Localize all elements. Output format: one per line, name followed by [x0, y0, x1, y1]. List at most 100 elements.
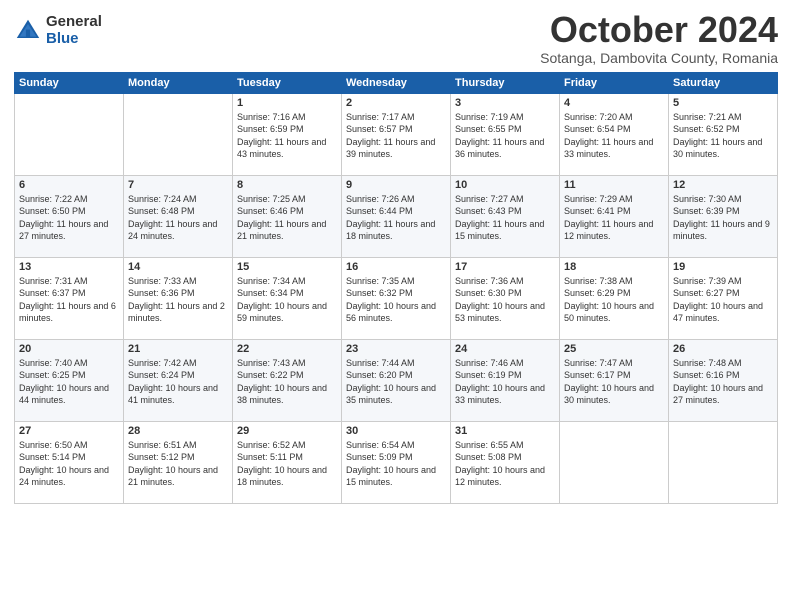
calendar-cell-w4-d3: 22Sunrise: 7:43 AMSunset: 6:22 PMDayligh…: [233, 339, 342, 421]
header-tuesday: Tuesday: [233, 72, 342, 93]
calendar-cell-w2-d1: 6 Sunrise: 7:22 AMSunset: 6:50 PMDaylight…: [15, 175, 124, 257]
day-number: 27: [19, 425, 119, 437]
header-sunday: Sunday: [15, 72, 124, 93]
day-number: 5: [673, 97, 773, 109]
day-info: Sunrise: 6:54 AMSunset: 5:09 PMDaylight:…: [346, 439, 446, 489]
logo-blue: Blue: [46, 31, 102, 48]
calendar-cell-w2-d7: 12 Sunrise: 7:30 AMSunset: 6:39 PMDayligh…: [669, 175, 778, 257]
calendar-cell-w5-d1: 27Sunrise: 6:50 AMSunset: 5:14 PMDayligh…: [15, 421, 124, 503]
day-number: 24: [455, 343, 555, 355]
calendar-cell-w1-d6: 4 Sunrise: 7:20 AMSunset: 6:54 PMDaylight…: [560, 93, 669, 175]
calendar-cell-w4-d4: 23 Sunrise: 7:44 AMSunset: 6:20 PMDayligh…: [342, 339, 451, 421]
day-info: Sunrise: 6:51 AMSunset: 5:12 PMDaylight:…: [128, 439, 228, 489]
calendar-cell-w4-d5: 24Sunrise: 7:46 AMSunset: 6:19 PMDayligh…: [451, 339, 560, 421]
day-number: 25: [564, 343, 664, 355]
day-number: 20: [19, 343, 119, 355]
day-info: Sunrise: 7:36 AMSunset: 6:30 PMDaylight:…: [455, 275, 555, 325]
calendar-cell-w4-d6: 25 Sunrise: 7:47 AMSunset: 6:17 PMDayligh…: [560, 339, 669, 421]
calendar-cell-w1-d1: [15, 93, 124, 175]
day-number: 12: [673, 179, 773, 191]
day-info: Sunrise: 7:30 AMSunset: 6:39 PMDaylight:…: [673, 193, 773, 243]
calendar-cell-w2-d2: 7 Sunrise: 7:24 AMSunset: 6:48 PMDaylight…: [124, 175, 233, 257]
calendar-cell-w4-d7: 26Sunrise: 7:48 AMSunset: 6:16 PMDayligh…: [669, 339, 778, 421]
day-number: 11: [564, 179, 664, 191]
calendar-cell-w3-d7: 19 Sunrise: 7:39 AMSunset: 6:27 PMDayligh…: [669, 257, 778, 339]
day-info: Sunrise: 7:47 AMSunset: 6:17 PMDaylight:…: [564, 357, 664, 407]
calendar-cell-w2-d3: 8 Sunrise: 7:25 AMSunset: 6:46 PMDaylight…: [233, 175, 342, 257]
calendar-cell-w5-d7: [669, 421, 778, 503]
day-info: Sunrise: 7:20 AMSunset: 6:54 PMDaylight:…: [564, 111, 664, 161]
day-info: Sunrise: 7:34 AMSunset: 6:34 PMDaylight:…: [237, 275, 337, 325]
calendar-cell-w3-d2: 14Sunrise: 7:33 AMSunset: 6:36 PMDayligh…: [124, 257, 233, 339]
header-saturday: Saturday: [669, 72, 778, 93]
day-info: Sunrise: 7:29 AMSunset: 6:41 PMDaylight:…: [564, 193, 664, 243]
day-number: 2: [346, 97, 446, 109]
day-info: Sunrise: 7:19 AMSunset: 6:55 PMDaylight:…: [455, 111, 555, 161]
day-number: 31: [455, 425, 555, 437]
calendar-week-2: 6 Sunrise: 7:22 AMSunset: 6:50 PMDaylight…: [15, 175, 778, 257]
calendar-header-row: Sunday Monday Tuesday Wednesday Thursday…: [15, 72, 778, 93]
day-info: Sunrise: 6:55 AMSunset: 5:08 PMDaylight:…: [455, 439, 555, 489]
day-info: Sunrise: 6:52 AMSunset: 5:11 PMDaylight:…: [237, 439, 337, 489]
day-info: Sunrise: 7:39 AMSunset: 6:27 PMDaylight:…: [673, 275, 773, 325]
calendar-week-3: 13 Sunrise: 7:31 AMSunset: 6:37 PMDayligh…: [15, 257, 778, 339]
day-number: 23: [346, 343, 446, 355]
header: General Blue October 2024 Sotanga, Dambo…: [14, 10, 778, 66]
calendar-cell-w2-d5: 10 Sunrise: 7:27 AMSunset: 6:43 PMDayligh…: [451, 175, 560, 257]
calendar-week-4: 20Sunrise: 7:40 AMSunset: 6:25 PMDayligh…: [15, 339, 778, 421]
day-info: Sunrise: 7:48 AMSunset: 6:16 PMDaylight:…: [673, 357, 773, 407]
calendar-cell-w2-d4: 9 Sunrise: 7:26 AMSunset: 6:44 PMDaylight…: [342, 175, 451, 257]
day-number: 6: [19, 179, 119, 191]
calendar-cell-w1-d2: [124, 93, 233, 175]
day-info: Sunrise: 7:24 AMSunset: 6:48 PMDaylight:…: [128, 193, 228, 243]
day-number: 13: [19, 261, 119, 273]
day-number: 8: [237, 179, 337, 191]
day-number: 18: [564, 261, 664, 273]
day-info: Sunrise: 7:38 AMSunset: 6:29 PMDaylight:…: [564, 275, 664, 325]
logo: General Blue: [14, 14, 102, 47]
calendar-cell-w3-d4: 16 Sunrise: 7:35 AMSunset: 6:32 PMDayligh…: [342, 257, 451, 339]
day-number: 19: [673, 261, 773, 273]
calendar-cell-w5-d2: 28Sunrise: 6:51 AMSunset: 5:12 PMDayligh…: [124, 421, 233, 503]
day-number: 9: [346, 179, 446, 191]
logo-icon: [14, 17, 42, 45]
calendar-cell-w3-d5: 17Sunrise: 7:36 AMSunset: 6:30 PMDayligh…: [451, 257, 560, 339]
location: Sotanga, Dambovita County, Romania: [540, 50, 778, 66]
title-block: October 2024 Sotanga, Dambovita County, …: [540, 10, 778, 66]
day-info: Sunrise: 7:44 AMSunset: 6:20 PMDaylight:…: [346, 357, 446, 407]
calendar-week-5: 27Sunrise: 6:50 AMSunset: 5:14 PMDayligh…: [15, 421, 778, 503]
calendar-cell-w1-d7: 5Sunrise: 7:21 AMSunset: 6:52 PMDaylight…: [669, 93, 778, 175]
calendar-week-1: 1 Sunrise: 7:16 AMSunset: 6:59 PMDaylight…: [15, 93, 778, 175]
day-info: Sunrise: 7:16 AMSunset: 6:59 PMDaylight:…: [237, 111, 337, 161]
calendar-cell-w3-d3: 15 Sunrise: 7:34 AMSunset: 6:34 PMDayligh…: [233, 257, 342, 339]
day-info: Sunrise: 7:27 AMSunset: 6:43 PMDaylight:…: [455, 193, 555, 243]
day-number: 10: [455, 179, 555, 191]
day-info: Sunrise: 7:42 AMSunset: 6:24 PMDaylight:…: [128, 357, 228, 407]
logo-general: General: [46, 14, 102, 31]
calendar-cell-w5-d6: [560, 421, 669, 503]
day-number: 30: [346, 425, 446, 437]
day-info: Sunrise: 7:31 AMSunset: 6:37 PMDaylight:…: [19, 275, 119, 325]
day-number: 21: [128, 343, 228, 355]
day-info: Sunrise: 7:25 AMSunset: 6:46 PMDaylight:…: [237, 193, 337, 243]
calendar-cell-w3-d1: 13 Sunrise: 7:31 AMSunset: 6:37 PMDayligh…: [15, 257, 124, 339]
calendar-cell-w3-d6: 18 Sunrise: 7:38 AMSunset: 6:29 PMDayligh…: [560, 257, 669, 339]
day-number: 1: [237, 97, 337, 109]
day-number: 4: [564, 97, 664, 109]
header-thursday: Thursday: [451, 72, 560, 93]
day-info: Sunrise: 7:43 AMSunset: 6:22 PMDaylight:…: [237, 357, 337, 407]
logo-text: General Blue: [46, 14, 102, 47]
page: General Blue October 2024 Sotanga, Dambo…: [0, 0, 792, 612]
day-info: Sunrise: 7:35 AMSunset: 6:32 PMDaylight:…: [346, 275, 446, 325]
day-number: 16: [346, 261, 446, 273]
calendar-cell-w5-d4: 30 Sunrise: 6:54 AMSunset: 5:09 PMDayligh…: [342, 421, 451, 503]
day-number: 7: [128, 179, 228, 191]
header-monday: Monday: [124, 72, 233, 93]
day-info: Sunrise: 7:26 AMSunset: 6:44 PMDaylight:…: [346, 193, 446, 243]
day-info: Sunrise: 7:17 AMSunset: 6:57 PMDaylight:…: [346, 111, 446, 161]
day-number: 3: [455, 97, 555, 109]
month-title: October 2024: [540, 10, 778, 50]
calendar-table: Sunday Monday Tuesday Wednesday Thursday…: [14, 72, 778, 504]
day-number: 15: [237, 261, 337, 273]
day-info: Sunrise: 7:22 AMSunset: 6:50 PMDaylight:…: [19, 193, 119, 243]
